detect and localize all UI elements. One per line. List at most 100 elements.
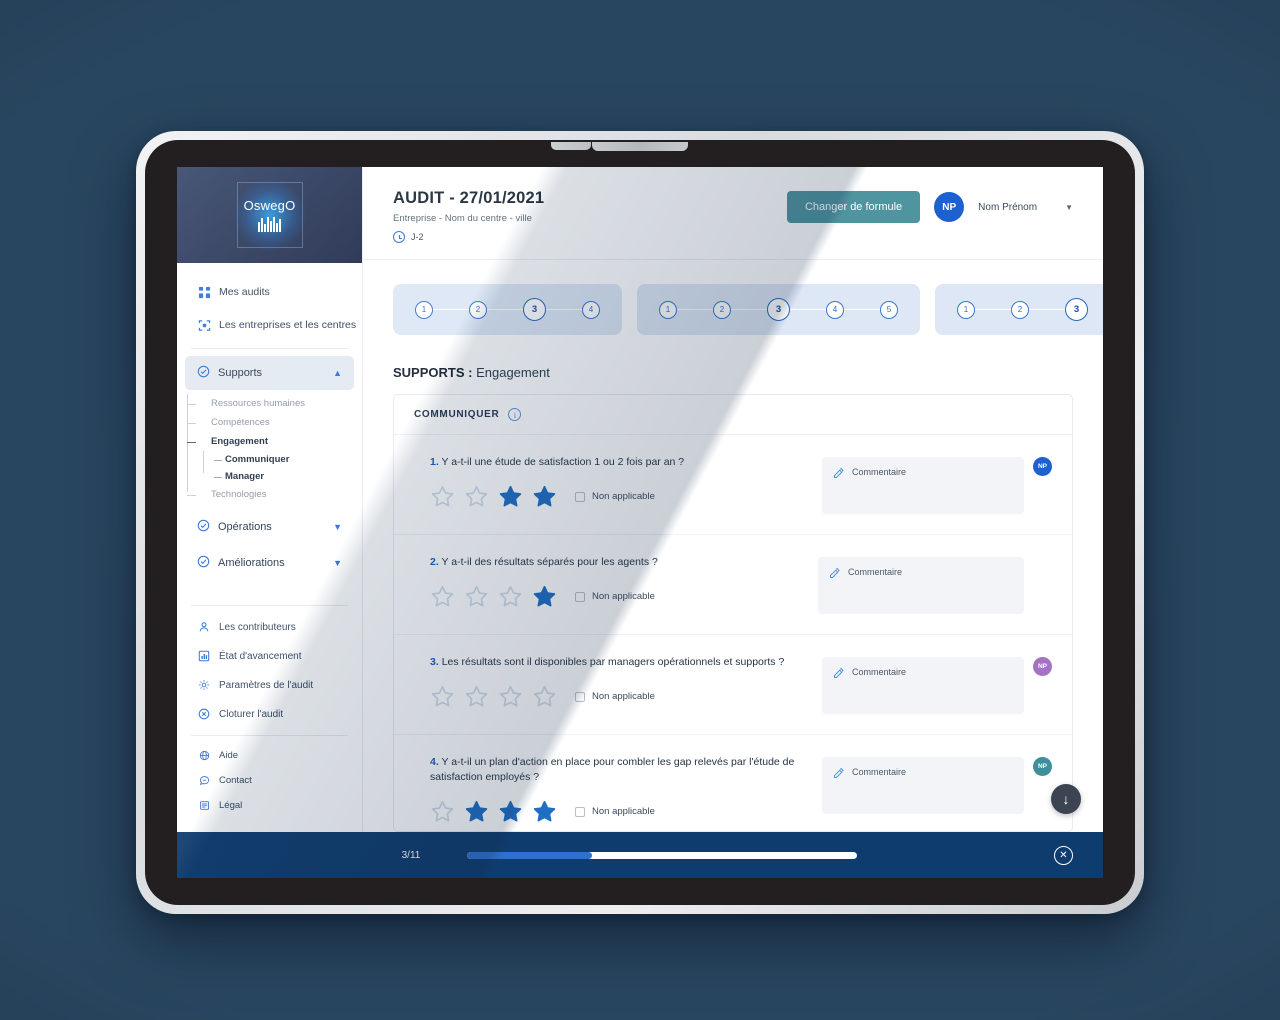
user-name-label: Nom Prénom	[978, 201, 1038, 213]
star-3-filled[interactable]	[498, 799, 523, 824]
sidebar-item-aide[interactable]: Aide	[185, 743, 354, 767]
scroll-down-button[interactable]: ↓	[1051, 784, 1081, 814]
checkbox-box[interactable]	[575, 691, 585, 702]
step-connector	[677, 308, 713, 311]
user-avatar[interactable]: NP	[934, 192, 965, 222]
questions-list: 1. Y a-t-il une étude de satisfaction 1 …	[394, 435, 1072, 831]
card-header: COMMUNIQUER i	[394, 395, 1072, 435]
star-2-filled[interactable]	[464, 799, 489, 824]
progress-bar[interactable]	[467, 851, 857, 859]
step-3[interactable]: 3	[1065, 298, 1088, 321]
sidebar-subitem-ressources-humaines[interactable]: Ressources humaines	[187, 394, 362, 413]
not-applicable-checkbox[interactable]: Non applicable	[575, 691, 655, 702]
step-5[interactable]: 5	[880, 300, 898, 319]
step-3[interactable]: 3	[767, 298, 790, 321]
not-applicable-checkbox[interactable]: Non applicable	[575, 591, 655, 602]
step-1[interactable]: 1	[957, 300, 975, 319]
star-4-empty[interactable]	[532, 684, 557, 709]
sidebar-primary-nav: Mes audits Les entreprises et les centre…	[177, 263, 362, 582]
close-circle-icon: ✕	[1059, 849, 1068, 861]
star-1-empty[interactable]	[430, 584, 455, 609]
star-1-empty[interactable]	[430, 799, 455, 824]
sidebar-subitem-manager[interactable]: Manager	[214, 468, 362, 485]
sidebar-item-etat-avancement[interactable]: État d'avancement	[185, 642, 354, 670]
star-4-filled[interactable]	[532, 484, 557, 509]
page-header: AUDIT - 27/01/2021 Entreprise - Nom du c…	[363, 167, 1103, 260]
sidebar-item-label: Paramètres de l'audit	[219, 679, 314, 691]
step-1[interactable]: 1	[659, 300, 677, 319]
card-title: COMMUNIQUER	[414, 409, 500, 420]
document-icon	[197, 798, 211, 812]
comment-field[interactable]: Commentaire	[822, 457, 1024, 514]
chevron-down-icon[interactable]: ▼	[333, 522, 342, 532]
not-applicable-checkbox[interactable]: Non applicable	[575, 806, 655, 817]
logo-frame: OswegO	[232, 178, 307, 252]
step-4[interactable]: 4	[826, 300, 844, 319]
sidebar-subitem-technologies[interactable]: Technologies	[187, 485, 362, 504]
comment-field[interactable]: Commentaire	[822, 657, 1024, 714]
question-text: 4. Y a-t-il un plan d'action en place po…	[430, 755, 806, 785]
sidebar-item-mes-audits[interactable]: Mes audits	[185, 276, 354, 308]
checkbox-box[interactable]	[575, 806, 585, 817]
star-3-filled[interactable]	[498, 484, 523, 509]
checkbox-box[interactable]	[575, 491, 585, 502]
comment-field[interactable]: Commentaire	[818, 557, 1024, 614]
question-right: Commentaire NP	[822, 755, 1052, 814]
question-text: 3. Les résultats sont il disponibles par…	[430, 655, 806, 670]
change-formula-button[interactable]: Changer de formule	[786, 191, 921, 223]
progress-bar-fill	[467, 851, 592, 859]
step-2[interactable]: 2	[1011, 300, 1029, 319]
step-2[interactable]: 2	[713, 300, 731, 319]
comment-field[interactable]: Commentaire	[822, 757, 1024, 814]
step-1[interactable]: 1	[415, 300, 433, 319]
star-1-empty[interactable]	[430, 484, 455, 509]
sidebar-subitem-communiquer[interactable]: Communiquer	[214, 451, 362, 468]
chevron-down-icon[interactable]: ▼	[333, 558, 342, 568]
not-applicable-checkbox[interactable]: Non applicable	[575, 491, 655, 502]
sidebar-item-legal[interactable]: Légal	[185, 793, 354, 817]
sidebar-item-contact[interactable]: Contact	[185, 768, 354, 792]
question-left: 1. Y a-t-il une étude de satisfaction 1 …	[430, 455, 822, 509]
close-audit-button[interactable]: ✕	[1054, 845, 1073, 865]
sidebar-item-entreprises-centres[interactable]: Les entreprises et les centres	[185, 309, 356, 341]
question-avatar[interactable]: NP	[1033, 657, 1052, 676]
step-connector	[790, 308, 826, 311]
checkbox-box[interactable]	[575, 591, 585, 602]
sidebar-subitem-competences[interactable]: Compétences	[187, 413, 362, 432]
chevron-up-icon[interactable]: ▲	[333, 368, 342, 378]
comment-placeholder: Commentaire	[852, 667, 907, 677]
star-2-empty[interactable]	[464, 584, 489, 609]
sidebar-group-ameliorations[interactable]: Améliorations ▼	[185, 546, 354, 580]
question-avatar[interactable]: NP	[1033, 757, 1052, 776]
step-connector	[844, 308, 880, 311]
question-label: Y a-t-il un plan d'action en place pour …	[430, 756, 795, 784]
stepper-groups: 1 2 3 4 1 2 3 4 5 1 2 3	[363, 260, 1103, 335]
help-globe-icon	[197, 748, 211, 762]
progress-footer: 3/11 ✕	[177, 832, 1103, 878]
sidebar-subitem-engagement[interactable]: Engagement	[187, 432, 362, 451]
grid-icon	[197, 285, 211, 299]
star-4-filled[interactable]	[532, 584, 557, 609]
sidebar-group-label: Opérations	[218, 521, 272, 533]
star-2-empty[interactable]	[464, 484, 489, 509]
sidebar-group-operations[interactable]: Opérations ▼	[185, 510, 354, 544]
sidebar-item-contributeurs[interactable]: Les contributeurs	[185, 613, 354, 641]
page-subtitle: Entreprise - Nom du centre - ville	[393, 213, 532, 224]
sidebar-group-supports[interactable]: Supports ▲	[185, 356, 354, 390]
star-1-empty[interactable]	[430, 684, 455, 709]
sidebar-item-parametres-audit[interactable]: Paramètres de l'audit	[185, 671, 354, 699]
step-3[interactable]: 3	[523, 298, 546, 321]
info-icon[interactable]: i	[508, 408, 522, 421]
step-4[interactable]: 4	[582, 300, 600, 319]
question-avatar[interactable]: NP	[1033, 457, 1052, 476]
star-4-filled[interactable]	[532, 799, 557, 824]
caret-down-icon[interactable]: ▼	[1065, 203, 1073, 212]
star-3-empty[interactable]	[498, 584, 523, 609]
step-2[interactable]: 2	[469, 300, 487, 319]
app-logo[interactable]: OswegO	[177, 167, 362, 263]
star-2-empty[interactable]	[464, 684, 489, 709]
sidebar-item-cloturer-audit[interactable]: Cloturer l'audit	[185, 700, 354, 728]
logo-wordmark: OswegO	[243, 198, 296, 213]
tablet-bezel: OswegO Mes audits Les entreprises et les…	[145, 140, 1135, 905]
star-3-empty[interactable]	[498, 684, 523, 709]
